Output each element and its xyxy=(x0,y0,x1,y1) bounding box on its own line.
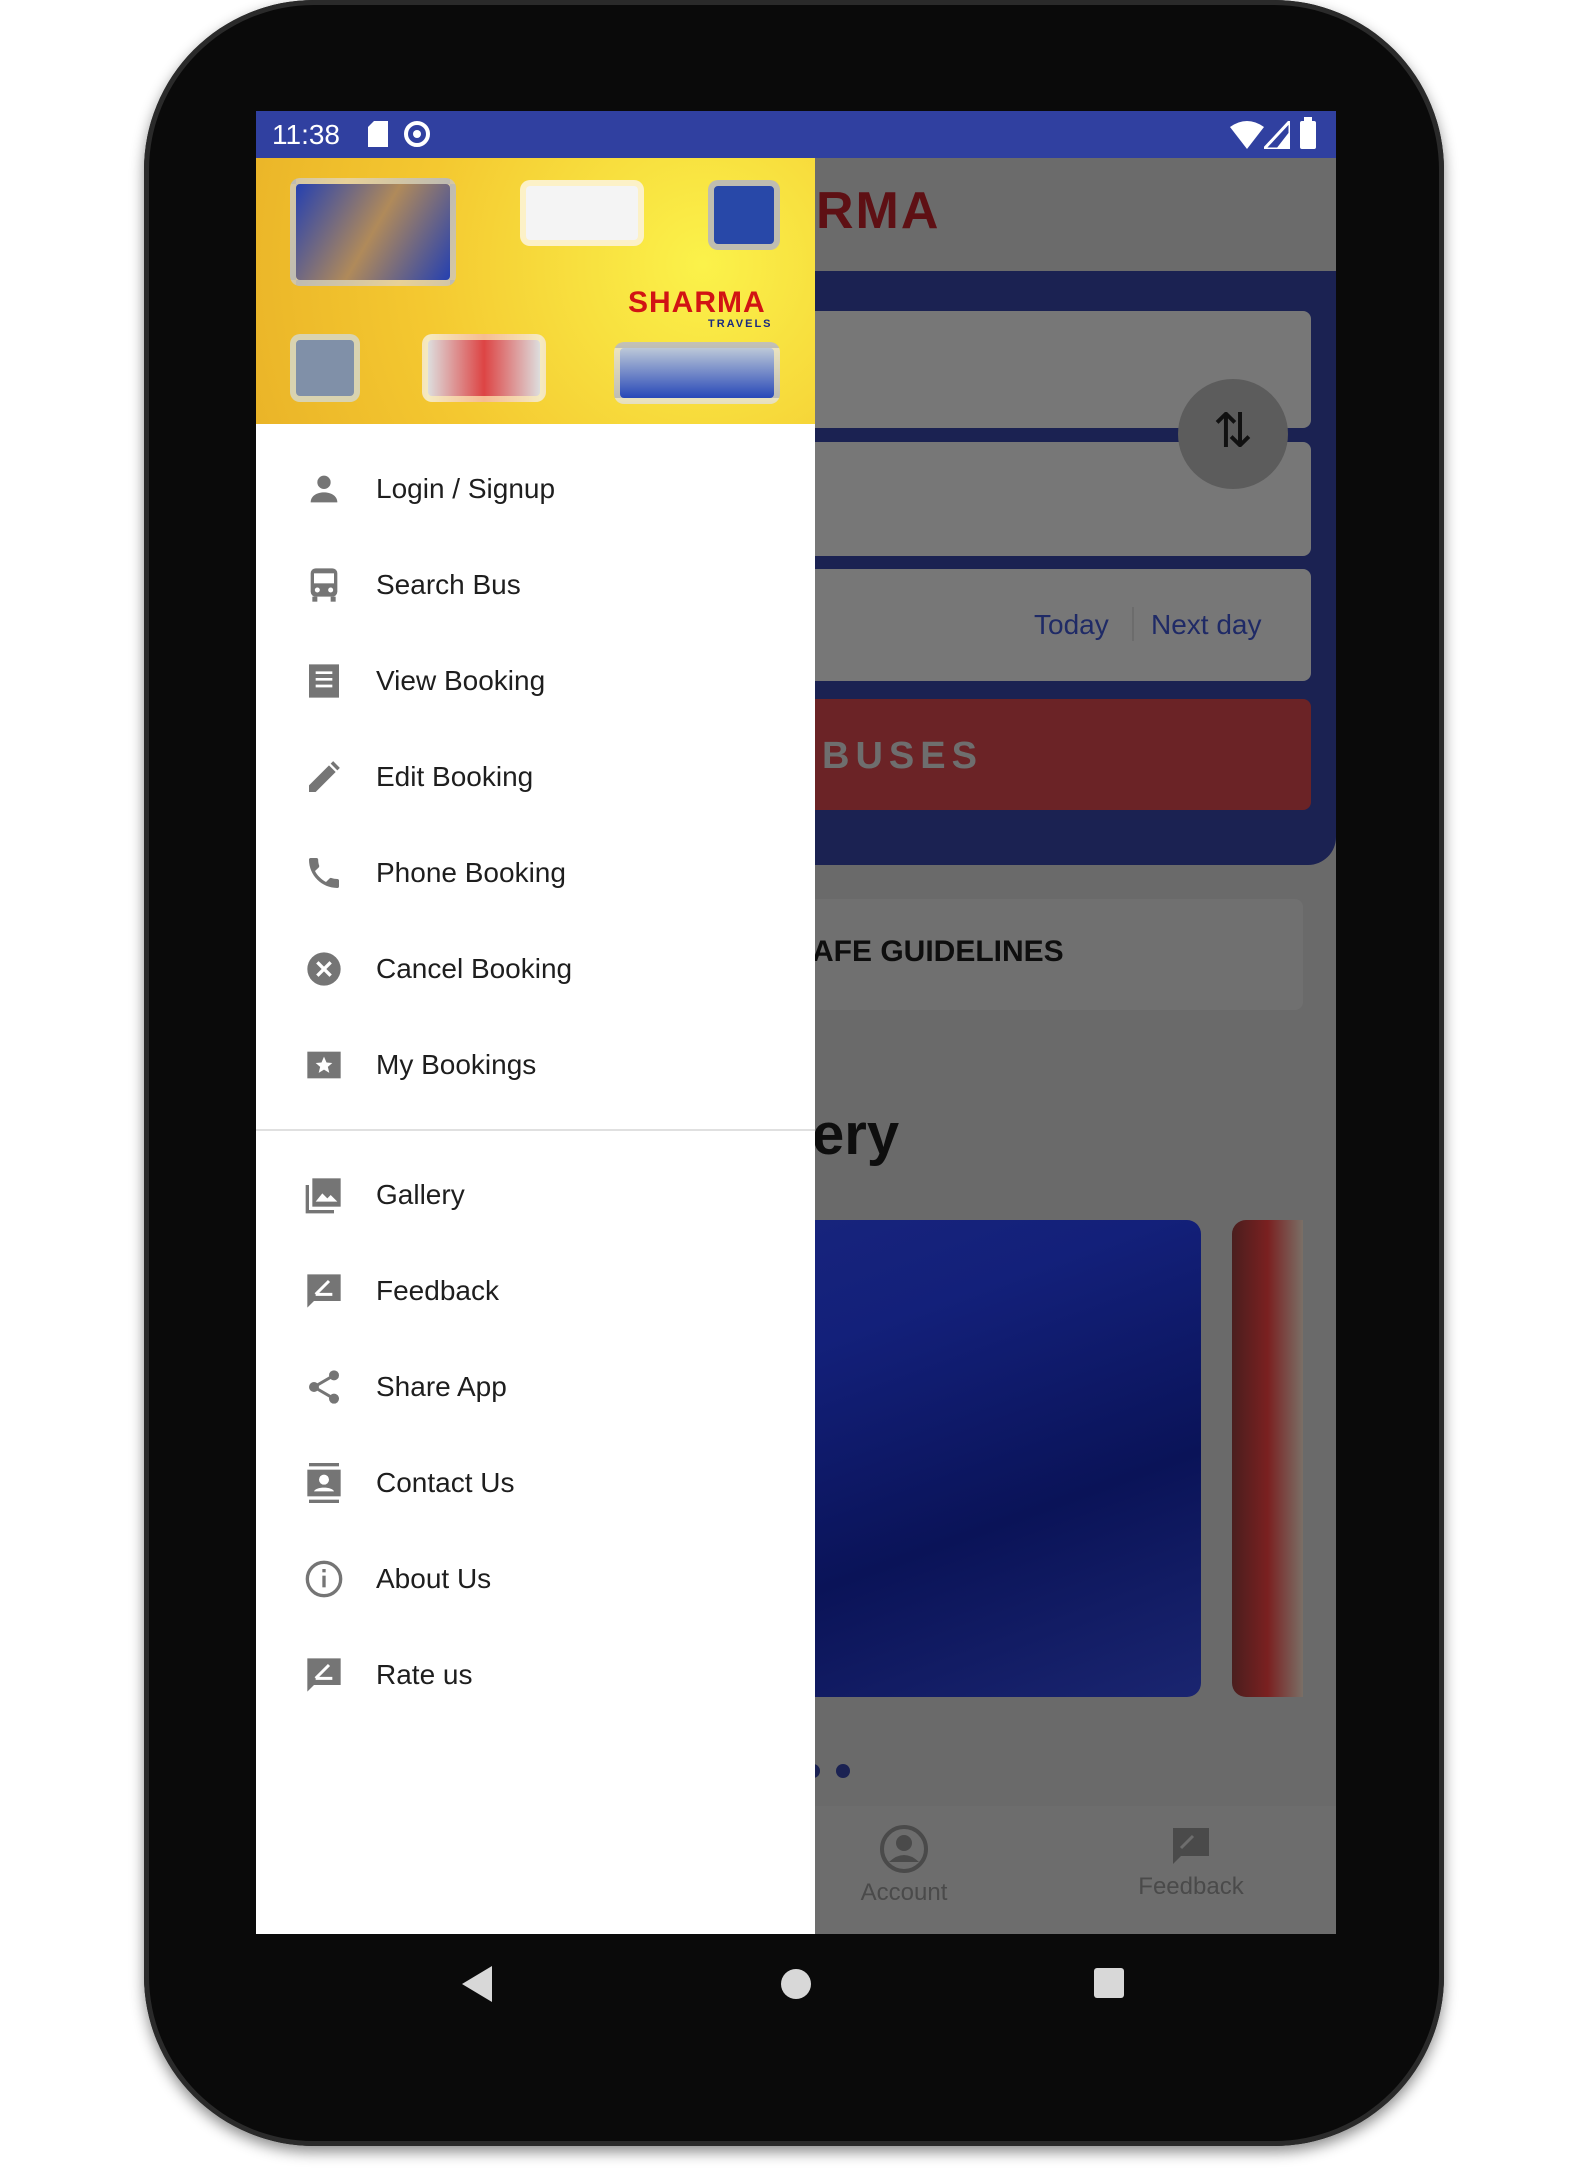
status-time: 11:38 xyxy=(272,119,340,150)
menu-cancel-booking[interactable]: Cancel Booking xyxy=(256,919,815,1015)
battery-icon xyxy=(1300,117,1316,149)
signal-icon xyxy=(1264,121,1290,149)
menu-feedback[interactable]: Feedback xyxy=(256,1241,815,1337)
phone-icon xyxy=(309,858,339,888)
screen: 11:38 RMA ⇅ Today Next day BUSES AFE GUI… xyxy=(256,111,1336,1934)
menu-label: My Bookings xyxy=(376,1049,537,1080)
menu-view-booking[interactable]: View Booking xyxy=(256,631,815,727)
status-bar: 11:38 xyxy=(256,111,1336,158)
header-photo xyxy=(290,178,456,286)
brand-sub: TRAVELS xyxy=(708,318,773,330)
gallery-icon xyxy=(305,1178,341,1214)
menu-contact-us[interactable]: Contact Us xyxy=(256,1433,815,1529)
menu-phone-booking[interactable]: Phone Booking xyxy=(256,823,815,919)
back-icon[interactable] xyxy=(462,1966,494,2002)
pencil-icon xyxy=(309,761,340,792)
system-nav-bar xyxy=(256,1934,1336,2034)
info-icon xyxy=(305,1560,343,1598)
rate-icon xyxy=(307,1658,341,1692)
menu-label: Share App xyxy=(376,1371,507,1402)
drawer-header-image: SHARMA TRAVELS xyxy=(256,158,815,424)
menu-label: Contact Us xyxy=(376,1467,515,1498)
header-photo xyxy=(520,180,644,246)
menu-label: Gallery xyxy=(376,1179,465,1210)
menu-rate-us[interactable]: Rate us xyxy=(256,1625,815,1721)
menu-label: Rate us xyxy=(376,1659,473,1690)
menu-divider xyxy=(256,1129,815,1131)
menu-edit-booking[interactable]: Edit Booking xyxy=(256,727,815,823)
receipt-icon xyxy=(309,664,339,698)
home-icon[interactable] xyxy=(780,1968,812,2000)
menu-gallery[interactable]: Gallery xyxy=(256,1145,815,1241)
sd-card-icon xyxy=(368,121,388,147)
person-icon xyxy=(310,475,338,503)
header-photo xyxy=(290,334,360,402)
menu-share-app[interactable]: Share App xyxy=(256,1337,815,1433)
sync-icon xyxy=(404,121,430,147)
menu-about-us[interactable]: About Us xyxy=(256,1529,815,1625)
header-photo xyxy=(422,334,546,402)
recents-icon[interactable] xyxy=(1094,1968,1126,2000)
navigation-drawer: SHARMA TRAVELS Login / Signup Search Bus… xyxy=(256,158,815,1934)
header-photo xyxy=(708,180,780,250)
menu-my-bookings[interactable]: My Bookings xyxy=(256,1015,815,1111)
brand-logo: SHARMA xyxy=(628,286,766,319)
cancel-icon xyxy=(307,952,341,986)
menu-label: Phone Booking xyxy=(376,857,566,888)
ticket-star-icon xyxy=(307,1051,341,1079)
wifi-icon xyxy=(1230,121,1264,149)
menu-label: Feedback xyxy=(376,1275,499,1306)
header-photo xyxy=(614,342,780,404)
menu-label: Edit Booking xyxy=(376,761,534,792)
menu-label: Cancel Booking xyxy=(376,953,573,984)
bus-icon xyxy=(310,568,338,602)
contact-icon xyxy=(307,1463,341,1503)
menu-label: About Us xyxy=(376,1563,492,1594)
menu-label: View Booking xyxy=(376,665,546,696)
feedback-icon xyxy=(307,1274,341,1308)
menu-search-bus[interactable]: Search Bus xyxy=(256,535,815,631)
share-icon xyxy=(309,1370,339,1404)
menu-login-signup[interactable]: Login / Signup xyxy=(256,439,815,535)
menu-label: Login / Signup xyxy=(376,473,556,504)
menu-label: Search Bus xyxy=(376,569,521,600)
